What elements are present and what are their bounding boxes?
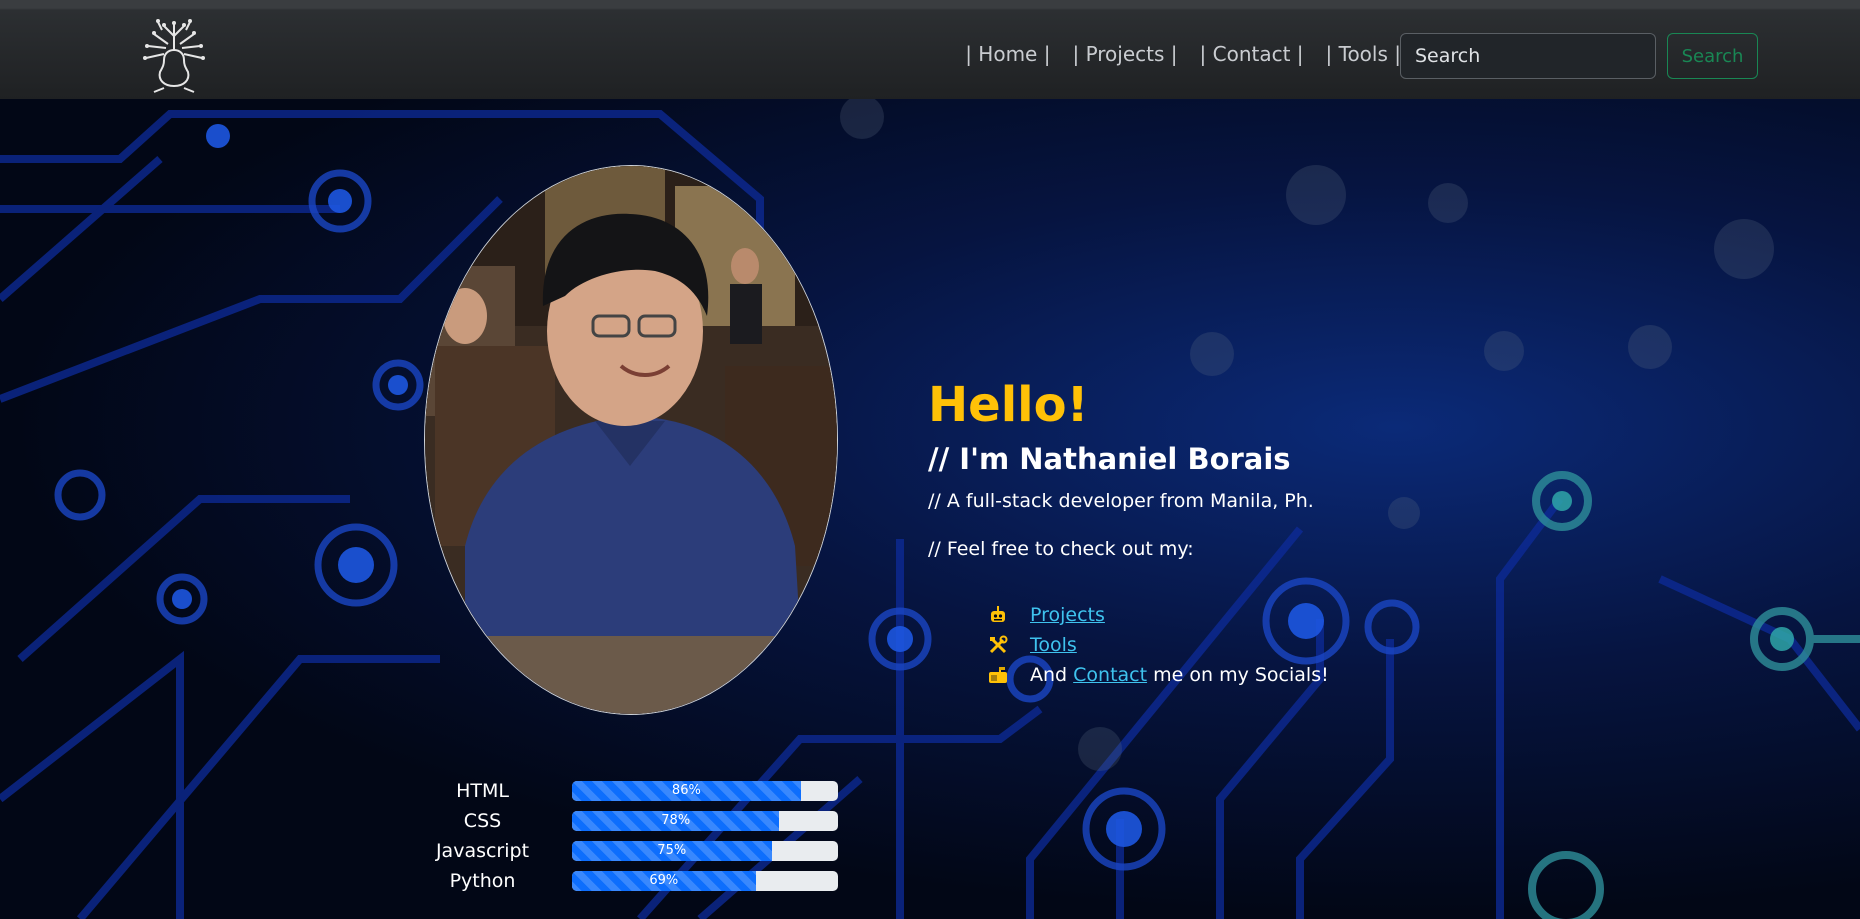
navbar: | Home | | Projects | | Contact | | Tool… [0, 0, 1860, 99]
profile-photo-image [425, 166, 837, 714]
skill-name: HTML [456, 780, 509, 802]
quick-links-list: Projects Tools And Contact me on my Soci… [988, 600, 1329, 690]
tools-link[interactable]: Tools [1030, 634, 1077, 656]
nav-projects-link[interactable]: | Projects | [1072, 42, 1177, 66]
skill-progress-bar: 69% [572, 871, 838, 891]
skill-name: Javascript [435, 840, 530, 862]
hero-section: Hello! // I'm Nathaniel Borais // A full… [0, 99, 1860, 919]
skill-row: CSS 78% [420, 806, 838, 836]
list-item: Tools [988, 630, 1329, 660]
tagline-text: // A full-stack developer from Manila, P… [928, 489, 1314, 512]
list-item: Projects [988, 600, 1329, 630]
tree-head-icon[interactable] [134, 14, 214, 94]
nav-contact-link[interactable]: | Contact | [1200, 42, 1304, 66]
contact-prefix-text: And [1030, 664, 1068, 686]
contact-suffix-text: me on my Socials! [1153, 664, 1329, 686]
search-input[interactable] [1400, 33, 1656, 79]
skill-row: HTML 86% [420, 776, 838, 806]
intro-block: Hello! // I'm Nathaniel Borais // A full… [928, 379, 1314, 560]
projects-link[interactable]: Projects [1030, 604, 1105, 626]
skill-progress-fill: 75% [572, 841, 772, 861]
skill-progress-bar: 86% [572, 781, 838, 801]
skill-progress-fill: 86% [572, 781, 801, 801]
profile-photo [424, 165, 838, 715]
checkout-text: // Feel free to check out my: [928, 537, 1194, 560]
skill-progress-bar: 75% [572, 841, 838, 861]
mailbox-icon [988, 665, 1008, 685]
hello-heading: Hello! [928, 377, 1089, 433]
list-item: And Contact me on my Socials! [988, 660, 1329, 690]
skill-progress-fill: 69% [572, 871, 756, 891]
skill-progress-fill: 78% [572, 811, 780, 831]
tools-icon [988, 635, 1008, 655]
nav-tools-link[interactable]: | Tools | [1326, 42, 1401, 66]
skill-row: Javascript 75% [420, 836, 838, 866]
robot-icon [988, 605, 1008, 625]
search-button[interactable]: Search [1667, 33, 1758, 79]
skill-name: Python [449, 870, 516, 892]
contact-link[interactable]: Contact [1073, 664, 1147, 686]
skill-progress-bar: 78% [572, 811, 838, 831]
skills-list: HTML 86% CSS 78% Javascript 75% Python 6… [420, 776, 838, 896]
nav-home-link[interactable]: | Home | [965, 42, 1050, 66]
skill-name: CSS [463, 810, 502, 832]
nav-links: | Home | | Projects | | Contact | | Tool… [943, 42, 1401, 66]
skill-row: Python 69% [420, 866, 838, 896]
name-heading: // I'm Nathaniel Borais [928, 441, 1291, 476]
